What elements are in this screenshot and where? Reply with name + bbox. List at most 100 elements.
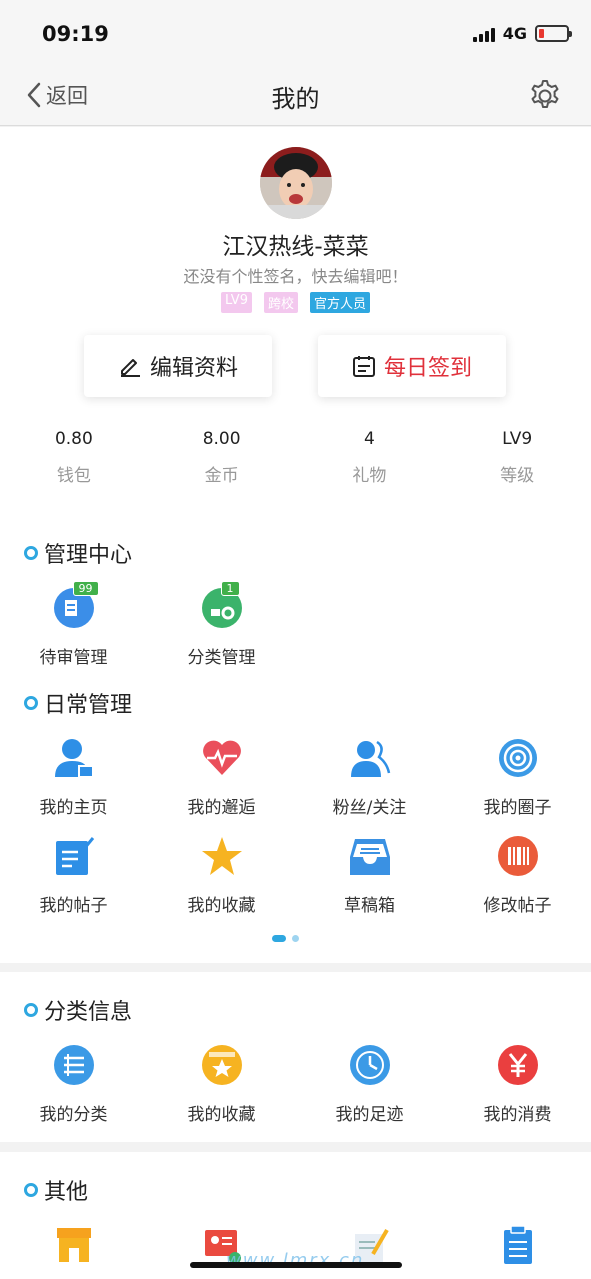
item-label: 我的帖子 — [39, 896, 108, 916]
my-encounters-item[interactable]: 我的邂逅 — [148, 737, 295, 818]
edit-profile-button[interactable]: 编辑资料 — [84, 335, 272, 397]
stat-wallet[interactable]: 0.80 钱包 — [0, 429, 148, 486]
page-dot[interactable] — [292, 935, 299, 942]
section-dot-icon — [24, 1183, 38, 1197]
signal-icon — [472, 26, 495, 42]
section-dot-icon — [24, 546, 38, 560]
item-label: 我的足迹 — [335, 1105, 404, 1125]
count-badge: 1 — [220, 581, 240, 596]
username: 江汉热线-菜菜 — [222, 234, 369, 260]
profile-section: 江汉热线-菜菜 还没有个性签名，快去编辑吧！ LV9 跨校 官方人员 编辑资料 … — [0, 127, 591, 963]
item-label: 分类管理 — [187, 648, 256, 668]
shop-icon — [53, 1224, 95, 1266]
avatar[interactable] — [260, 147, 332, 219]
stat-label: 钱包 — [56, 466, 91, 486]
star-icon — [201, 835, 243, 877]
category-management-item[interactable]: 1 分类管理 — [148, 581, 295, 668]
home-indicator[interactable] — [190, 1262, 402, 1268]
barcode-icon — [497, 835, 539, 877]
pencil-icon — [120, 359, 140, 377]
stat-label: 等级 — [500, 466, 535, 486]
classify-favorites-item[interactable]: 我的收藏 — [148, 1044, 295, 1125]
category-settings-icon: 1 — [201, 581, 243, 629]
status-indicators: 4G — [472, 24, 572, 43]
stat-label: 礼物 — [352, 466, 387, 486]
circle-icon — [497, 737, 539, 779]
stat-label: 金币 — [204, 466, 239, 486]
heartbeat-icon — [201, 737, 243, 779]
review-management-item[interactable]: 99 待审管理 — [0, 581, 147, 668]
stat-coins[interactable]: 8.00 金币 — [148, 429, 296, 486]
drafts-item[interactable]: 草稿箱 — [296, 835, 443, 916]
my-categories-item[interactable]: 我的分类 — [0, 1044, 147, 1125]
page-dot-active[interactable] — [272, 935, 286, 942]
status-time: 09:19 — [42, 22, 109, 46]
badge-row: LV9 跨校 官方人员 — [0, 292, 591, 313]
network-label: 4G — [502, 24, 527, 43]
page-indicator — [272, 935, 299, 942]
others-section-title: 其他 — [24, 1174, 88, 1206]
section-dot-icon — [24, 1003, 38, 1017]
item-label: 我的邂逅 — [187, 798, 256, 818]
calendar-icon — [352, 356, 375, 377]
official-badge: 官方人员 — [309, 292, 370, 313]
signature[interactable]: 还没有个性签名，快去编辑吧！ — [0, 263, 591, 287]
clipboard-item[interactable] — [444, 1224, 591, 1266]
classify-section-title: 分类信息 — [24, 994, 132, 1026]
edit-posts-item[interactable]: 修改帖子 — [444, 835, 591, 916]
item-label: 我的消费 — [483, 1105, 552, 1125]
daily-section-title: 日常管理 — [24, 687, 132, 719]
item-label: 我的主页 — [39, 798, 108, 818]
my-posts-item[interactable]: 我的帖子 — [0, 835, 147, 916]
shop-item[interactable] — [0, 1224, 147, 1266]
yuan-icon — [497, 1044, 539, 1086]
item-label: 我的收藏 — [187, 1105, 256, 1125]
inbox-icon — [349, 835, 391, 877]
daily-checkin-button[interactable]: 每日签到 — [318, 335, 506, 397]
item-label: 粉丝/关注 — [332, 798, 407, 818]
review-icon: 99 — [53, 581, 99, 629]
management-section-title: 管理中心 — [24, 537, 132, 569]
user-home-icon — [53, 737, 95, 779]
item-label: 修改帖子 — [483, 896, 552, 916]
avatar-image — [260, 147, 332, 219]
stat-value: 0.80 — [54, 429, 93, 449]
stat-level[interactable]: LV9 等级 — [443, 429, 591, 486]
stats-row: 0.80 钱包 8.00 金币 4 礼物 LV9 等级 — [0, 429, 591, 486]
my-homepage-item[interactable]: 我的主页 — [0, 737, 147, 818]
item-label: 我的收藏 — [187, 896, 256, 916]
section-title-text: 日常管理 — [44, 693, 133, 718]
item-label: 我的圈子 — [483, 798, 552, 818]
nav-bar: 返回 我的 — [0, 64, 591, 126]
daily-checkin-label: 每日签到 — [383, 356, 472, 381]
count-badge: 99 — [72, 581, 99, 596]
stat-value: 4 — [363, 429, 375, 449]
page-title: 我的 — [271, 85, 320, 113]
clipboard-icon — [497, 1224, 539, 1266]
battery-icon — [535, 25, 572, 42]
section-title-text: 分类信息 — [44, 1000, 133, 1025]
status-bar: 09:19 4G — [0, 0, 591, 64]
my-favorites-item[interactable]: 我的收藏 — [148, 835, 295, 916]
gear-icon[interactable] — [527, 78, 563, 114]
stat-value: LV9 — [502, 429, 533, 449]
followers-icon — [349, 737, 391, 779]
item-label: 我的分类 — [39, 1105, 108, 1125]
my-circle-item[interactable]: 我的圈子 — [444, 737, 591, 818]
level-badge: LV9 — [220, 292, 252, 313]
stat-value: 8.00 — [202, 429, 241, 449]
edit-profile-label: 编辑资料 — [149, 356, 238, 381]
favorite-folder-icon — [201, 1044, 243, 1086]
my-spending-item[interactable]: 我的消费 — [444, 1044, 591, 1125]
section-dot-icon — [24, 696, 38, 710]
stat-gifts[interactable]: 4 礼物 — [296, 429, 444, 486]
role-badge: 跨校 — [263, 292, 298, 313]
list-icon — [53, 1044, 95, 1086]
item-label: 待审管理 — [39, 648, 108, 668]
section-title-text: 管理中心 — [44, 543, 133, 568]
clock-icon — [349, 1044, 391, 1086]
my-footprints-item[interactable]: 我的足迹 — [296, 1044, 443, 1125]
followers-item[interactable]: 粉丝/关注 — [296, 737, 443, 818]
section-title-text: 其他 — [44, 1180, 89, 1205]
item-label: 草稿箱 — [344, 896, 395, 916]
